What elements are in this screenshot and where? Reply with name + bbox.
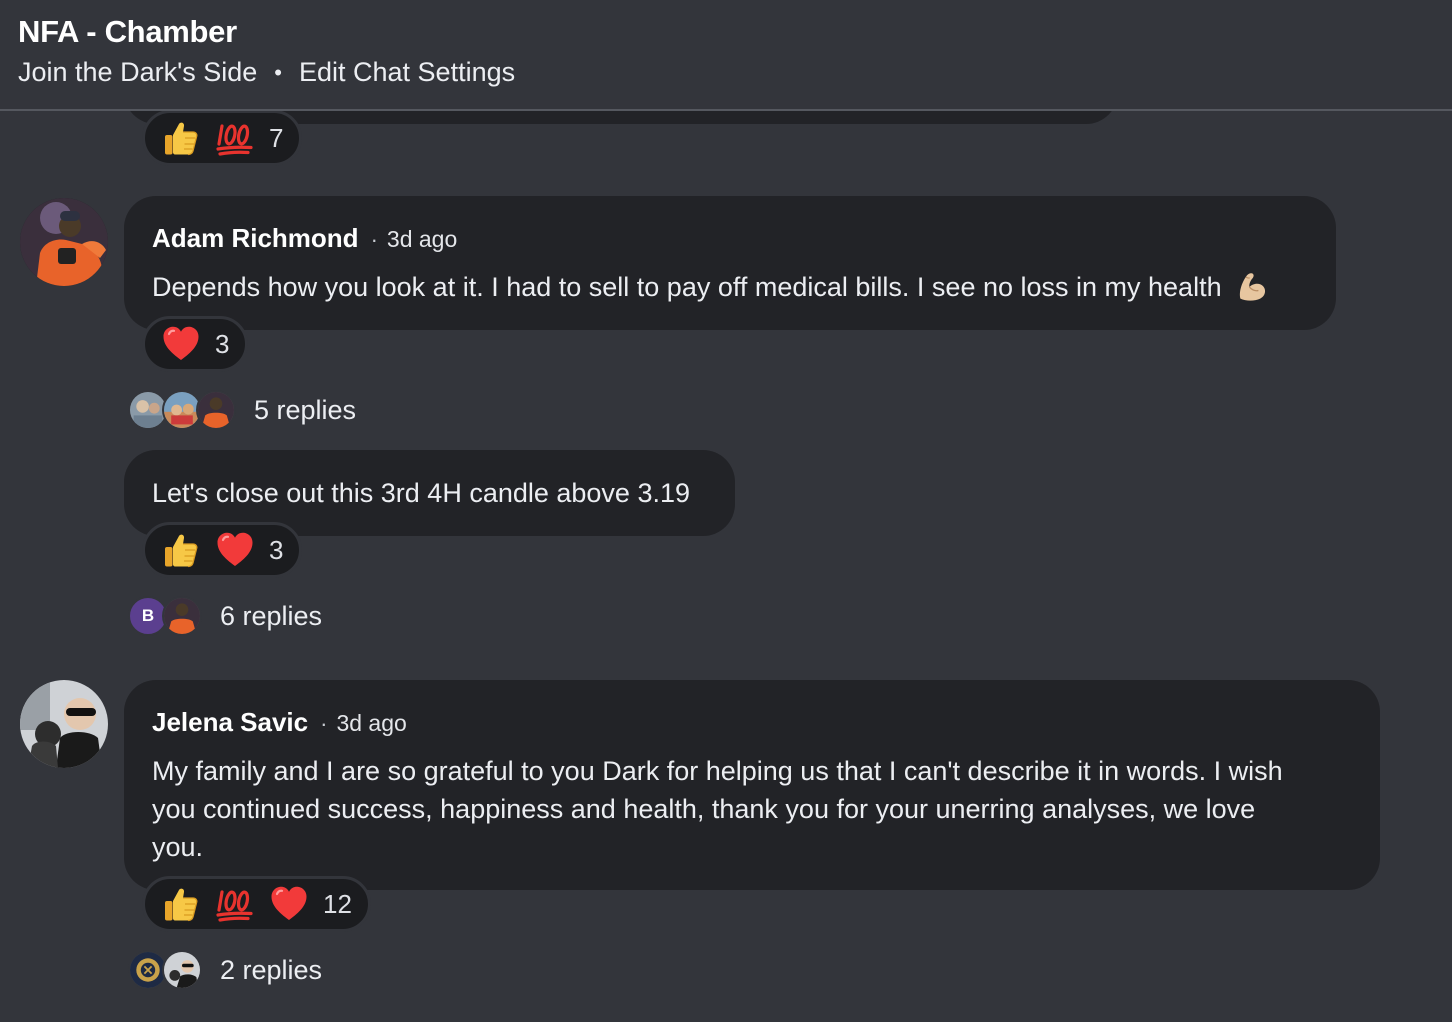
reactions-bar[interactable]: 12 — [142, 876, 371, 932]
thumbs-up-icon[interactable] — [161, 530, 201, 570]
message-text-line: you. — [152, 832, 204, 862]
header-links: Join the Dark's Side • Edit Chat Setting… — [18, 57, 515, 88]
reactions-bar[interactable]: 3 — [142, 522, 303, 578]
avatar-adam-richmond[interactable] — [20, 198, 108, 286]
hundred-points-icon[interactable] — [215, 118, 255, 158]
reply-avatar — [162, 950, 202, 990]
person-photo-icon — [20, 198, 108, 286]
reply-avatar — [162, 596, 202, 636]
replies-link[interactable]: 5 replies — [128, 390, 356, 430]
reply-avatar — [196, 390, 236, 430]
replies-link[interactable]: B 6 replies — [128, 596, 322, 636]
thumbs-up-icon[interactable] — [161, 118, 201, 158]
avatar-jelena-savic[interactable] — [20, 680, 108, 768]
edit-chat-settings-link[interactable]: Edit Chat Settings — [299, 57, 515, 88]
message-text-line: you continued success, happiness and hea… — [152, 794, 1256, 824]
thumbs-up-icon[interactable] — [161, 884, 201, 924]
message-text: Let's close out this 3rd 4H candle above… — [152, 478, 690, 508]
avatar-initial: B — [141, 606, 155, 625]
timestamp: 3d ago — [386, 226, 458, 252]
message-meta: Jelena Savic · 3d ago — [152, 707, 407, 738]
reaction-count: 7 — [269, 122, 284, 153]
replies-count-label[interactable]: 2 replies — [220, 955, 322, 986]
reaction-count: 12 — [323, 888, 352, 919]
red-heart-icon[interactable] — [269, 884, 309, 924]
message-text-content: Depends how you look at it. I had to sel… — [152, 272, 1222, 302]
replies-link[interactable]: 2 replies — [128, 950, 322, 990]
chat-title: NFA - Chamber — [18, 14, 237, 49]
author-name[interactable]: Adam Richmond — [152, 223, 359, 254]
flexed-biceps-icon — [1235, 268, 1271, 304]
message-text: My family and I are so grateful to you D… — [152, 752, 1362, 866]
red-heart-icon[interactable] — [161, 324, 201, 364]
meta-separator: · — [370, 227, 378, 252]
meta-separator: · — [320, 711, 328, 736]
replies-count-label[interactable]: 5 replies — [254, 395, 356, 426]
message-text: Depends how you look at it. I had to sel… — [152, 268, 1271, 306]
reaction-count: 3 — [269, 534, 284, 565]
replies-count-label[interactable]: 6 replies — [220, 601, 322, 632]
author-name[interactable]: Jelena Savic — [152, 707, 308, 738]
person-photo-icon — [20, 680, 108, 768]
red-heart-icon[interactable] — [215, 530, 255, 570]
message-meta: Adam Richmond · 3d ago — [152, 223, 457, 254]
message-text-line: My family and I are so grateful to you D… — [152, 756, 1283, 786]
message-bubble[interactable] — [124, 196, 1336, 330]
hundred-points-icon[interactable] — [215, 884, 255, 924]
reaction-count: 3 — [215, 328, 230, 359]
reactions-bar[interactable]: 7 — [142, 110, 303, 166]
header-separator: • — [274, 59, 282, 85]
join-darks-side-link[interactable]: Join the Dark's Side — [18, 57, 257, 88]
timestamp: 3d ago — [336, 710, 407, 736]
chat-header: NFA - Chamber Join the Dark's Side • Edi… — [0, 0, 1452, 111]
reactions-bar[interactable]: 3 — [142, 316, 249, 372]
